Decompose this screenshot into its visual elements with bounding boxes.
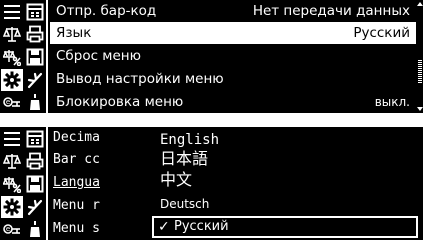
list-item[interactable]: Decima: [53, 127, 143, 149]
list-item[interactable]: Langua: [53, 172, 143, 194]
calendar-icon[interactable]: [24, 128, 46, 150]
language-option-chinese[interactable]: 中文: [152, 169, 418, 191]
gear-icon[interactable]: [1, 196, 23, 218]
printer-icon[interactable]: [24, 150, 46, 172]
category-icon-grid: e: [0, 0, 46, 113]
menu-item-label: Вывод настройки меню: [56, 71, 224, 87]
menu-item-language[interactable]: Язык Русский: [50, 22, 416, 44]
divider: [46, 127, 48, 240]
list-item[interactable]: Bar cc: [53, 149, 143, 171]
calendar-icon[interactable]: [24, 1, 46, 23]
list-item[interactable]: Menu r: [53, 195, 143, 217]
menu-item-label: Сброс меню: [56, 48, 141, 64]
bottle-icon[interactable]: [24, 218, 46, 240]
menu-item-label: Блокировка меню: [56, 94, 184, 110]
balance-percent-icon[interactable]: [1, 46, 23, 68]
menu-item-label: Отпр. бар-код: [56, 3, 157, 19]
scrollbar-thumb[interactable]: [418, 60, 422, 84]
calibration-icon[interactable]: [24, 196, 46, 218]
settings-menu-list: Decima Bar cc Langua Menu r Menu s: [50, 127, 150, 240]
scroll-up-arrow-icon[interactable]: [417, 2, 423, 6]
menu-item-value: выкл.: [374, 95, 410, 109]
list-icon[interactable]: [1, 1, 23, 23]
checkmark-icon: ✓: [158, 219, 170, 235]
scrollbar[interactable]: [417, 2, 423, 111]
divider: [46, 0, 48, 113]
language-option-label: 中文: [160, 170, 193, 189]
language-popup: English 日本語 中文 Deutsch ✓ Русский: [152, 127, 423, 240]
balance-percent-icon[interactable]: [1, 173, 23, 195]
balance-icon[interactable]: [1, 23, 23, 45]
language-option-japanese[interactable]: 日本語: [152, 148, 418, 170]
menu-item-reset-menu[interactable]: Сброс меню: [50, 45, 416, 67]
save-icon[interactable]: [24, 173, 46, 195]
category-icon-grid: e: [0, 127, 46, 240]
menu-item-value: Русский: [353, 25, 410, 41]
balance-icon[interactable]: [1, 150, 23, 172]
save-icon[interactable]: [24, 46, 46, 68]
menu-item-menu-lock[interactable]: Блокировка меню выкл.: [50, 91, 416, 113]
language-option-label: Deutsch: [160, 197, 210, 211]
printer-icon[interactable]: [24, 23, 46, 45]
key-menu-icon[interactable]: e: [1, 218, 23, 240]
language-option-german[interactable]: Deutsch: [152, 193, 418, 215]
key-menu-icon[interactable]: e: [1, 91, 23, 113]
menu-screen: e Отпр. бар-код Нет передачи данных Язык…: [0, 0, 423, 113]
calibration-icon[interactable]: [24, 69, 46, 91]
scroll-down-arrow-icon[interactable]: [417, 107, 423, 111]
list-icon[interactable]: [1, 128, 23, 150]
list-item[interactable]: Menu s: [53, 218, 143, 240]
settings-menu-list: Отпр. бар-код Нет передачи данных Язык Р…: [50, 0, 416, 113]
language-select-screen: e Decima Bar cc Langua Menu r Menu s Eng…: [0, 127, 423, 240]
language-option-russian[interactable]: ✓ Русский: [152, 216, 418, 238]
svg-text:e: e: [6, 98, 10, 106]
language-option-label: Русский: [174, 219, 229, 234]
svg-text:e: e: [6, 225, 10, 233]
menu-item-barcode-output[interactable]: Отпр. бар-код Нет передачи данных: [50, 0, 416, 22]
gear-icon[interactable]: [1, 69, 23, 91]
menu-item-label: Язык: [56, 25, 92, 41]
menu-item-print-menu-settings[interactable]: Вывод настройки меню: [50, 68, 416, 90]
bottle-icon[interactable]: [24, 91, 46, 113]
language-option-label: 日本語: [160, 149, 209, 168]
menu-item-value: Нет передачи данных: [252, 3, 410, 19]
